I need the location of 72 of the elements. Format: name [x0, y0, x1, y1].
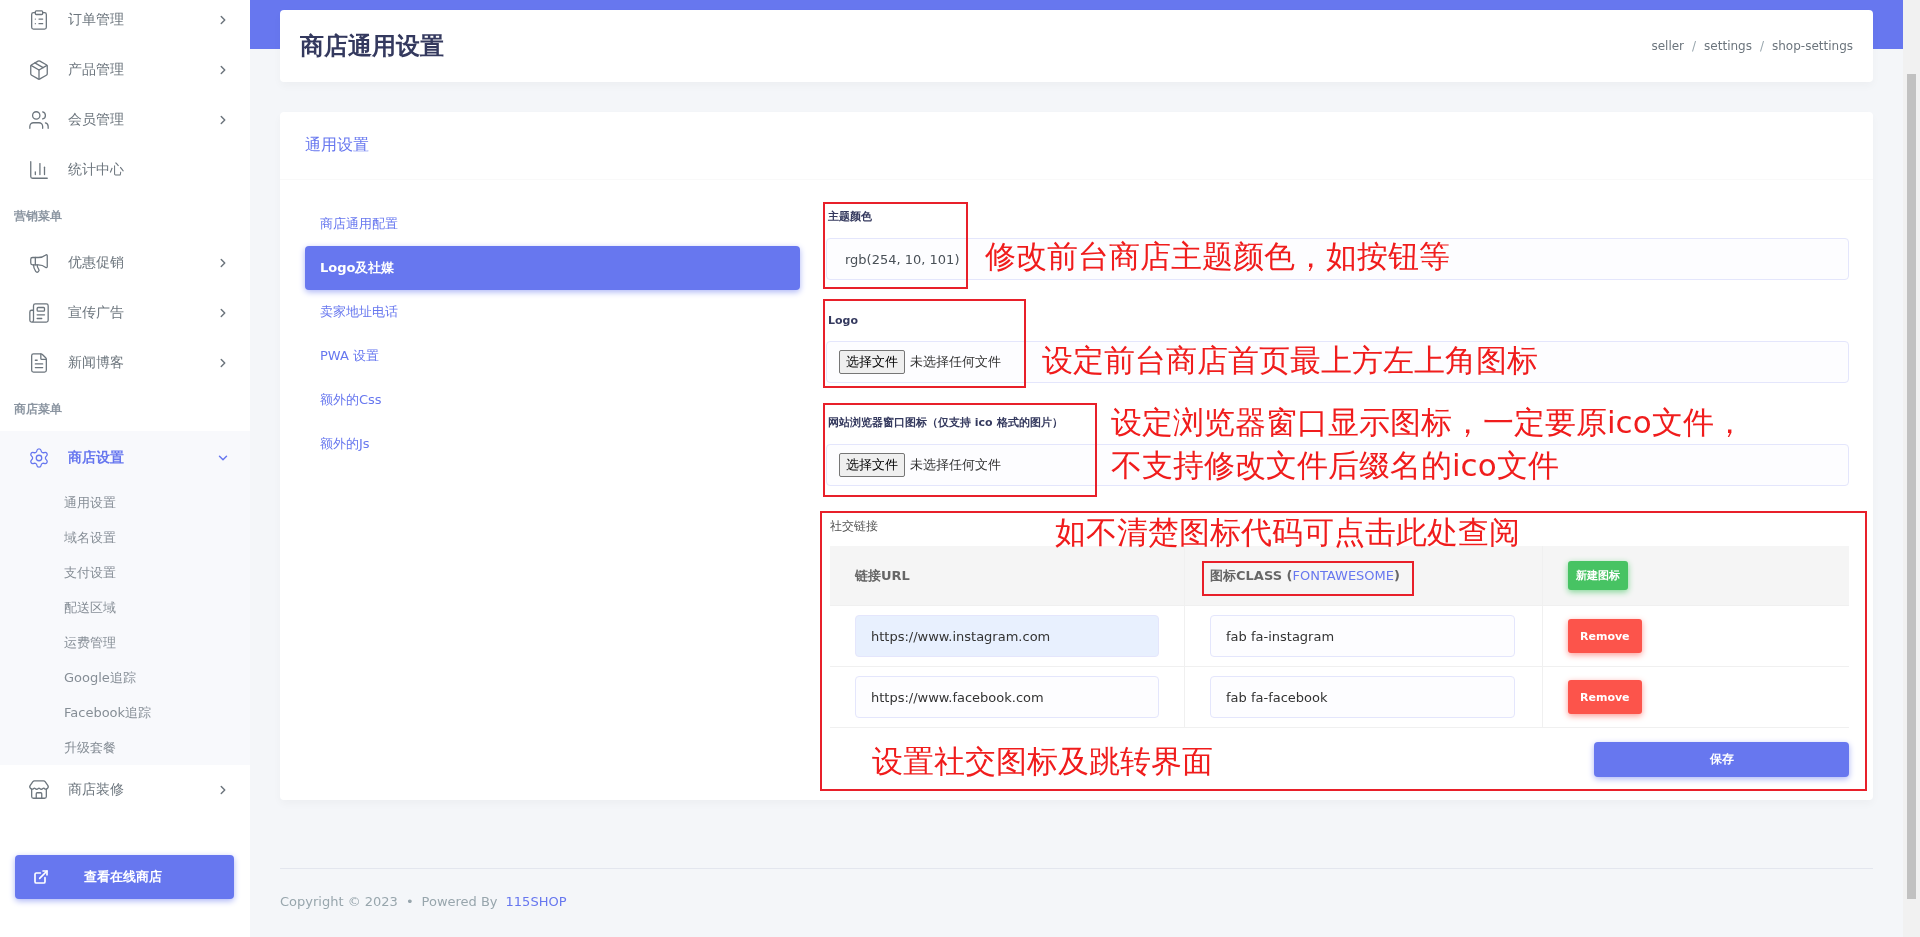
url-field[interactable]: https://www.facebook.com — [855, 676, 1159, 718]
field-label: 网站浏览器窗口图标（仅支持 ico 格式的图片） — [828, 415, 1063, 430]
settings-icon — [28, 447, 50, 469]
sidebar-item[interactable]: 宣传广告 — [0, 288, 250, 338]
icon-class-field[interactable]: fab fa-facebook — [1210, 676, 1515, 718]
copyright-text: Copyright © 2023 — [280, 894, 398, 909]
file-status: 未选择任何文件 — [910, 456, 1001, 474]
breadcrumb-item[interactable]: seller — [1651, 39, 1685, 53]
section-label: 社交链接 — [830, 518, 878, 535]
column-header: 链接URL — [855, 566, 910, 585]
sidebar-item[interactable]: 会员管理 — [0, 95, 250, 145]
remove-button[interactable]: Remove — [1568, 619, 1642, 653]
newspaper-icon — [28, 302, 50, 324]
remove-button[interactable]: Remove — [1568, 680, 1642, 714]
clipboard-icon — [28, 9, 50, 31]
field-label: 主题颜色 — [828, 209, 872, 224]
sidebar-item[interactable]: 商店装修 — [0, 765, 250, 815]
store-icon — [28, 779, 50, 801]
chart-icon — [28, 159, 50, 181]
settings-tab[interactable]: 额外的Css — [305, 378, 800, 422]
breadcrumb-separator: / — [1759, 39, 1764, 53]
sidebar-item[interactable]: 商店设置 — [0, 431, 250, 485]
save-button[interactable]: 保存 — [1594, 742, 1849, 777]
file-status: 未选择任何文件 — [910, 353, 1001, 371]
powered-by-text: Powered By — [421, 894, 498, 909]
sidebar-item[interactable]: 统计中心 — [0, 145, 250, 195]
submenu-item[interactable]: 运费管理 — [0, 625, 250, 660]
add-icon-button[interactable]: 新建图标 — [1568, 561, 1628, 590]
settings-tab[interactable]: 商店通用配置 — [305, 202, 800, 246]
card-title: 通用设置 — [305, 135, 369, 156]
annotation-note: 设置社交图标及跳转界面 — [872, 742, 1213, 781]
submenu-item[interactable]: 配送区域 — [0, 590, 250, 625]
settings-tab[interactable]: PWA 设置 — [305, 334, 800, 378]
annotation-note: 设定前台商店首页最上方左上角图标 — [1042, 341, 1538, 380]
breadcrumb-separator: / — [1692, 39, 1697, 53]
megaphone-icon — [28, 252, 50, 274]
view-store-button[interactable]: 查看在线商店 — [15, 855, 234, 899]
submenu-item[interactable]: 域名设置 — [0, 520, 250, 555]
sidebar-item[interactable]: 优惠促销 — [0, 238, 250, 288]
document-icon — [28, 352, 50, 374]
menu-heading: 商店菜单 — [13, 401, 63, 418]
page-title: 商店通用设置 — [300, 31, 444, 62]
icon-class-field[interactable]: fab fa-instagram — [1210, 615, 1515, 657]
submenu-item[interactable]: Facebook追踪 — [0, 695, 250, 730]
annotation-note: 设定浏览器窗口显示图标，一定要原ico文件， — [1111, 403, 1745, 442]
menu-heading: 营销菜单 — [13, 208, 63, 225]
users-icon — [28, 109, 50, 131]
settings-tab[interactable]: 卖家地址电话 — [305, 290, 800, 334]
package-icon — [28, 59, 50, 81]
external-link-icon — [33, 869, 49, 885]
brand-link[interactable]: 115SHOP — [505, 894, 567, 909]
choose-file-button[interactable]: 选择文件 — [839, 453, 905, 477]
annotation-note: 如不清楚图标代码可点击此处查阅 — [1055, 513, 1520, 552]
submenu-item[interactable]: 支付设置 — [0, 555, 250, 590]
settings-tab[interactable]: 额外的Js — [305, 422, 800, 466]
annotation-note: 修改前台商店主题颜色，如按钮等 — [985, 237, 1450, 276]
sidebar-item[interactable]: 新闻博客 — [0, 338, 250, 388]
submenu-item[interactable]: Google追踪 — [0, 660, 250, 695]
url-field[interactable]: https://www.instagram.com — [855, 615, 1159, 657]
sidebar-item[interactable]: 产品管理 — [0, 45, 250, 95]
settings-tab[interactable]: Logo及社媒 — [305, 246, 800, 290]
submenu-item[interactable]: 通用设置 — [0, 485, 250, 520]
footer-separator: • — [405, 894, 414, 909]
fontawesome-link[interactable]: FONTAWESOME — [1292, 567, 1395, 583]
breadcrumb-item[interactable]: settings — [1704, 39, 1752, 53]
choose-file-button[interactable]: 选择文件 — [839, 350, 905, 374]
field-label: Logo — [828, 313, 858, 327]
annotation-note: 不支持修改文件后缀名的ico文件 — [1111, 446, 1559, 485]
sidebar-item[interactable]: 订单管理 — [0, 0, 250, 45]
submenu-item[interactable]: 升级套餐 — [0, 730, 250, 765]
breadcrumb-item[interactable]: shop-settings — [1772, 39, 1853, 53]
column-header: 图标CLASS (FONTAWESOME) — [1210, 566, 1400, 585]
